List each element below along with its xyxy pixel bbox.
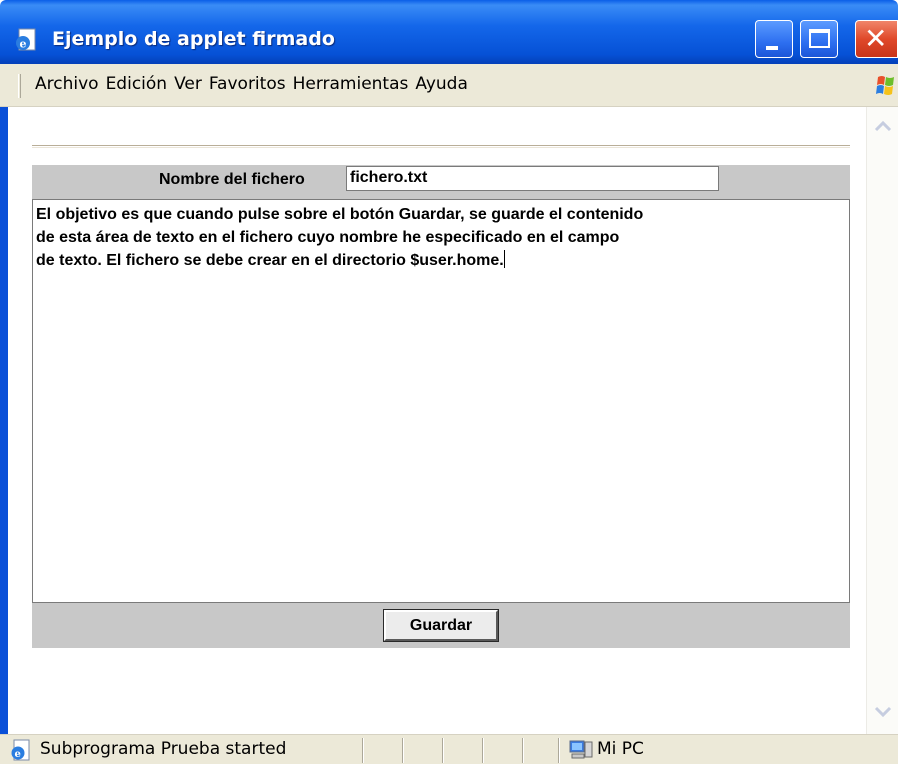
title-bar[interactable]: e Ejemplo de applet firmado ✕	[0, 0, 898, 64]
menu-favoritos[interactable]: Favoritos	[207, 74, 291, 94]
textarea-line-last: de texto. El fichero se debe crear en el…	[36, 249, 846, 272]
menu-herramientas[interactable]: Herramientas	[291, 74, 414, 94]
ie-icon: e	[11, 739, 30, 761]
textarea-line-text: de texto. El fichero se debe crear en el…	[36, 252, 504, 269]
status-text: Subprograma Prueba started	[40, 739, 287, 759]
computer-icon	[569, 740, 593, 759]
svg-text:e: e	[15, 749, 21, 760]
close-button[interactable]: ✕	[855, 20, 898, 58]
close-icon: ✕	[864, 22, 888, 55]
status-separator	[362, 738, 364, 763]
status-separator	[482, 738, 484, 763]
vertical-scrollbar[interactable]	[866, 107, 898, 734]
menu-edicion[interactable]: Edición	[104, 74, 173, 94]
textarea-line: de esta área de texto en el fichero cuyo…	[36, 229, 620, 246]
menu-ver[interactable]: Ver	[172, 74, 207, 94]
window-title: Ejemplo de applet firmado	[52, 28, 335, 50]
menu-grip[interactable]	[18, 74, 21, 98]
horizontal-rule	[32, 145, 850, 148]
svg-text:e: e	[20, 38, 27, 51]
save-button[interactable]: Guardar	[383, 609, 499, 642]
filename-label: Nombre del fichero	[159, 171, 305, 188]
content-textarea[interactable]: El objetivo es que cuando pulse sobre el…	[32, 199, 850, 603]
java-applet: Nombre del fichero fichero.txt El objeti…	[32, 165, 850, 648]
scroll-down-icon[interactable]	[867, 697, 898, 727]
menu-bar: Archivo Edición Ver Favoritos Herramient…	[0, 64, 898, 107]
maximize-button[interactable]	[800, 20, 838, 58]
ie-page-icon: e	[16, 28, 36, 51]
windows-flag-icon	[876, 76, 894, 95]
filename-input[interactable]: fichero.txt	[346, 166, 719, 191]
status-separator	[402, 738, 404, 763]
minimize-icon	[766, 46, 778, 50]
status-separator	[522, 738, 524, 763]
minimize-button[interactable]	[755, 20, 793, 58]
scroll-up-icon[interactable]	[867, 111, 898, 141]
text-caret	[503, 250, 505, 268]
window-frame-left	[0, 107, 8, 734]
status-bar: e Subprograma Prueba started Mi PC	[0, 734, 898, 764]
textarea-line: El objetivo es que cuando pulse sobre el…	[36, 206, 644, 223]
menu-ayuda[interactable]: Ayuda	[413, 74, 473, 94]
menu-archivo[interactable]: Archivo	[33, 74, 104, 94]
status-separator	[442, 738, 444, 763]
maximize-icon	[809, 29, 830, 48]
status-separator	[558, 738, 560, 763]
zone-text: Mi PC	[597, 739, 644, 759]
